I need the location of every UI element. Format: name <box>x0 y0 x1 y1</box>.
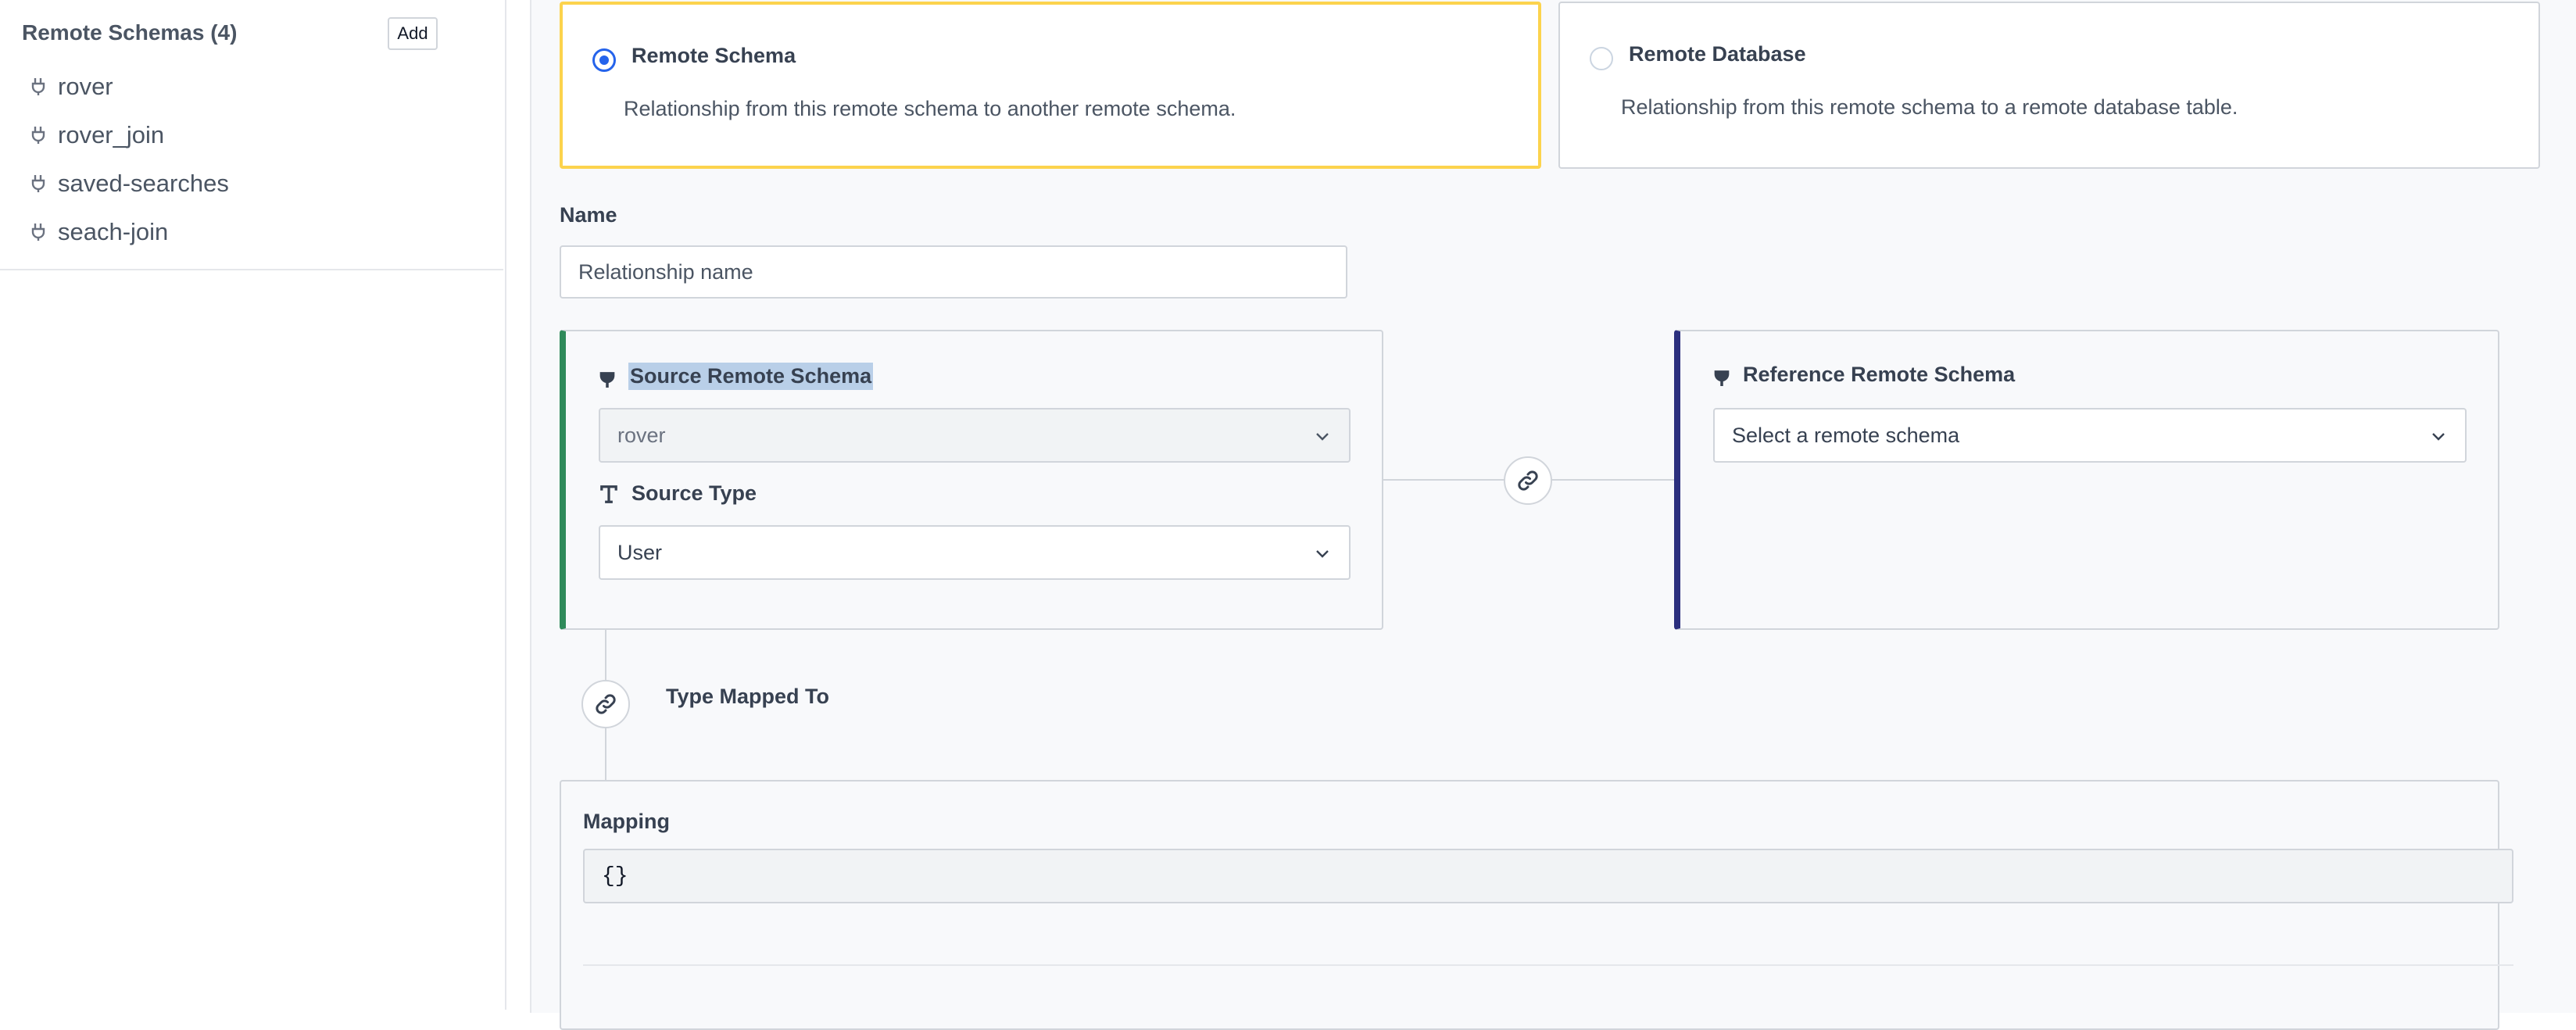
link-icon <box>1518 470 1538 491</box>
plug-icon <box>599 366 615 388</box>
source-type-title: Source Type <box>631 481 757 505</box>
text-type-icon <box>600 485 617 503</box>
source-remote-schema-select: rover <box>599 408 1351 463</box>
reference-remote-schema-box: Reference Remote Schema Select a remote … <box>1674 330 2499 630</box>
name-label: Name <box>560 203 617 227</box>
plug-icon <box>31 78 45 95</box>
plug-icon <box>31 175 45 192</box>
remote-schemas-heading: Remote Schemas (4) <box>22 20 238 45</box>
link-icon <box>596 694 616 714</box>
remote-database-option-card[interactable]: Remote Database Relationship from this r… <box>1558 2 2540 169</box>
sidebar-divider <box>0 269 503 270</box>
plug-icon <box>1714 364 1730 386</box>
sidebar-item-label: rover <box>58 73 113 100</box>
remote-schema-option-title: Remote Schema <box>631 44 796 67</box>
mapping-value: {} <box>602 864 628 889</box>
chevron-down-icon <box>1316 550 1329 558</box>
chevron-down-icon <box>1316 433 1329 441</box>
sidebar-item-seach-join[interactable]: seach-join <box>0 208 503 256</box>
remote-database-option-title: Remote Database <box>1629 42 1806 66</box>
sidebar-item-saved-searches[interactable]: saved-searches <box>0 159 503 208</box>
source-type-select[interactable]: User <box>599 525 1351 580</box>
remote-schema-radio[interactable] <box>592 48 616 72</box>
relationship-name-input[interactable] <box>560 245 1347 299</box>
sidebar-item-label: saved-searches <box>58 170 229 197</box>
reference-remote-schema-title: Reference Remote Schema <box>1743 363 2016 386</box>
add-remote-schema-button[interactable]: Add <box>388 17 438 50</box>
mapping-field[interactable]: {} <box>583 849 2513 903</box>
remote-schema-option-card[interactable]: Remote Schema Relationship from this rem… <box>560 2 1541 169</box>
chevron-down-icon <box>2432 433 2445 441</box>
sidebar-item-rover-join[interactable]: rover_join <box>0 111 503 159</box>
sidebar-item-label: seach-join <box>58 218 169 245</box>
remote-schema-list: rover rover_join saved-searches seach-jo… <box>0 63 503 256</box>
mapping-section: Mapping {} <box>560 780 2513 1030</box>
remote-schema-option-description: Relationship from this remote schema to … <box>624 97 1236 120</box>
mapping-divider <box>583 964 2513 966</box>
source-remote-schema-value: rover <box>617 423 666 447</box>
sidebar-item-label: rover_join <box>58 121 165 148</box>
reference-remote-schema-select[interactable]: Select a remote schema <box>1713 408 2467 463</box>
plug-icon <box>31 127 45 144</box>
source-type-heading: Source Type <box>599 481 757 506</box>
source-type-value: User <box>617 540 663 564</box>
reference-remote-schema-placeholder: Select a remote schema <box>1732 423 1960 447</box>
source-remote-schema-box: Source Remote Schema rover Source Type U… <box>560 330 1383 630</box>
relationship-form: Remote Schema Relationship from this rem… <box>530 0 2576 1030</box>
source-remote-schema-heading: Source Remote Schema <box>599 363 874 390</box>
sidebar-item-rover[interactable]: rover <box>0 63 503 111</box>
mapping-label: Mapping <box>583 810 670 833</box>
type-mapped-to-label: Type Mapped To <box>666 685 829 708</box>
relationship-link-node <box>1504 456 1552 505</box>
sidebar: Remote Schemas (4) Add rover rover_join … <box>0 0 506 1010</box>
plug-icon <box>31 224 45 241</box>
remote-database-option-description: Relationship from this remote schema to … <box>1621 95 2238 119</box>
reference-remote-schema-heading: Reference Remote Schema <box>1713 363 2015 387</box>
source-remote-schema-title: Source Remote Schema <box>628 363 874 390</box>
type-mapping-link-node <box>581 680 630 728</box>
remote-database-radio[interactable] <box>1590 47 1613 70</box>
main-content: Remote Schema Relationship from this rem… <box>506 0 2576 1030</box>
